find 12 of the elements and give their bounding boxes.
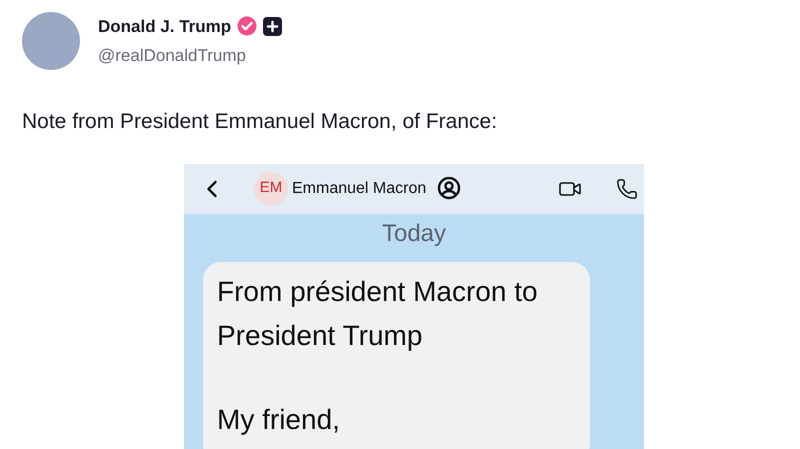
author-name[interactable]: Donald J. Trump xyxy=(98,14,232,39)
plus-badge-icon xyxy=(263,16,282,36)
verified-badge-icon xyxy=(237,16,258,36)
post-text: Note from President Emmanuel Macron, of France: xyxy=(21,109,498,135)
author-handle[interactable]: @realDonaldTrump xyxy=(98,43,282,68)
day-label: Today xyxy=(382,218,446,248)
contact-icon[interactable] xyxy=(436,176,462,200)
message-text: From président Macron to President Trump xyxy=(217,274,539,353)
phone-icon[interactable] xyxy=(616,178,638,200)
contact-initials: EM xyxy=(254,172,288,206)
contact-name[interactable]: Emmanuel Macron xyxy=(292,176,426,200)
message-text: My friend, xyxy=(217,402,341,437)
